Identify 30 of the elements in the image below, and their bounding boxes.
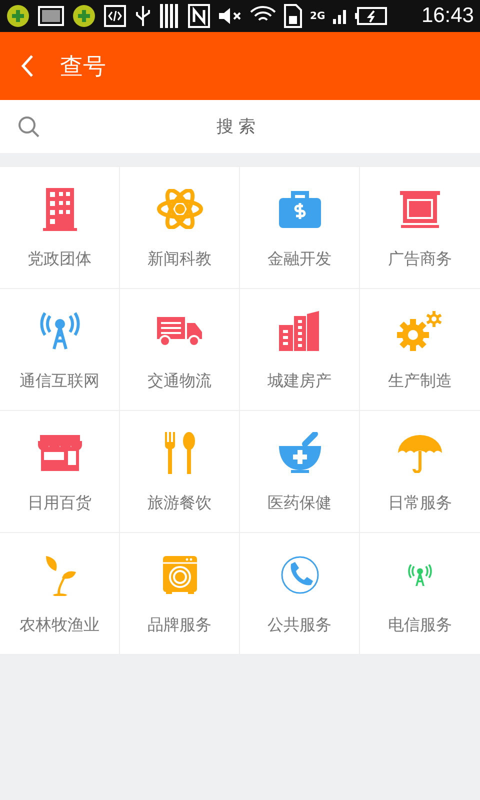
category-tile[interactable]: 新闻科教 bbox=[120, 167, 240, 289]
category-tile[interactable]: 品牌服务 bbox=[120, 533, 240, 655]
category-tile[interactable]: 通信互联网 bbox=[0, 289, 120, 411]
category-tile[interactable]: 旅游餐饮 bbox=[120, 411, 240, 533]
usb-icon bbox=[134, 4, 152, 28]
category-tile[interactable]: 日用百货 bbox=[0, 411, 120, 533]
code-icon bbox=[104, 5, 126, 27]
category-tile[interactable]: 党政团体 bbox=[0, 167, 120, 289]
network-type: 2G bbox=[310, 10, 326, 22]
battery-icon bbox=[355, 7, 388, 25]
category-tile[interactable]: 交通物流 bbox=[120, 289, 240, 411]
category-tile[interactable]: 农林牧渔业 bbox=[0, 533, 120, 655]
category-tile[interactable]: 城建房产 bbox=[240, 289, 360, 411]
search-icon bbox=[18, 116, 40, 138]
barcode-icon bbox=[160, 4, 180, 28]
signal-icon bbox=[333, 8, 348, 24]
category-tile[interactable]: 公共服务 bbox=[240, 533, 360, 655]
page-title: 查号 bbox=[60, 52, 106, 82]
app-icon bbox=[72, 4, 96, 28]
category-tile[interactable]: 金融开发 bbox=[240, 167, 360, 289]
category-tile[interactable]: 医药保健 bbox=[240, 411, 360, 533]
nfc-icon bbox=[188, 4, 210, 28]
sim-card-icon bbox=[284, 4, 302, 28]
image-icon bbox=[38, 6, 64, 26]
clock: 16:43 bbox=[421, 4, 474, 28]
search-input[interactable]: 搜 索 bbox=[40, 116, 432, 138]
app-icon bbox=[6, 4, 30, 28]
search-field[interactable]: 搜 索 bbox=[0, 100, 480, 153]
back-icon bbox=[20, 54, 34, 78]
mute-icon bbox=[218, 6, 242, 26]
